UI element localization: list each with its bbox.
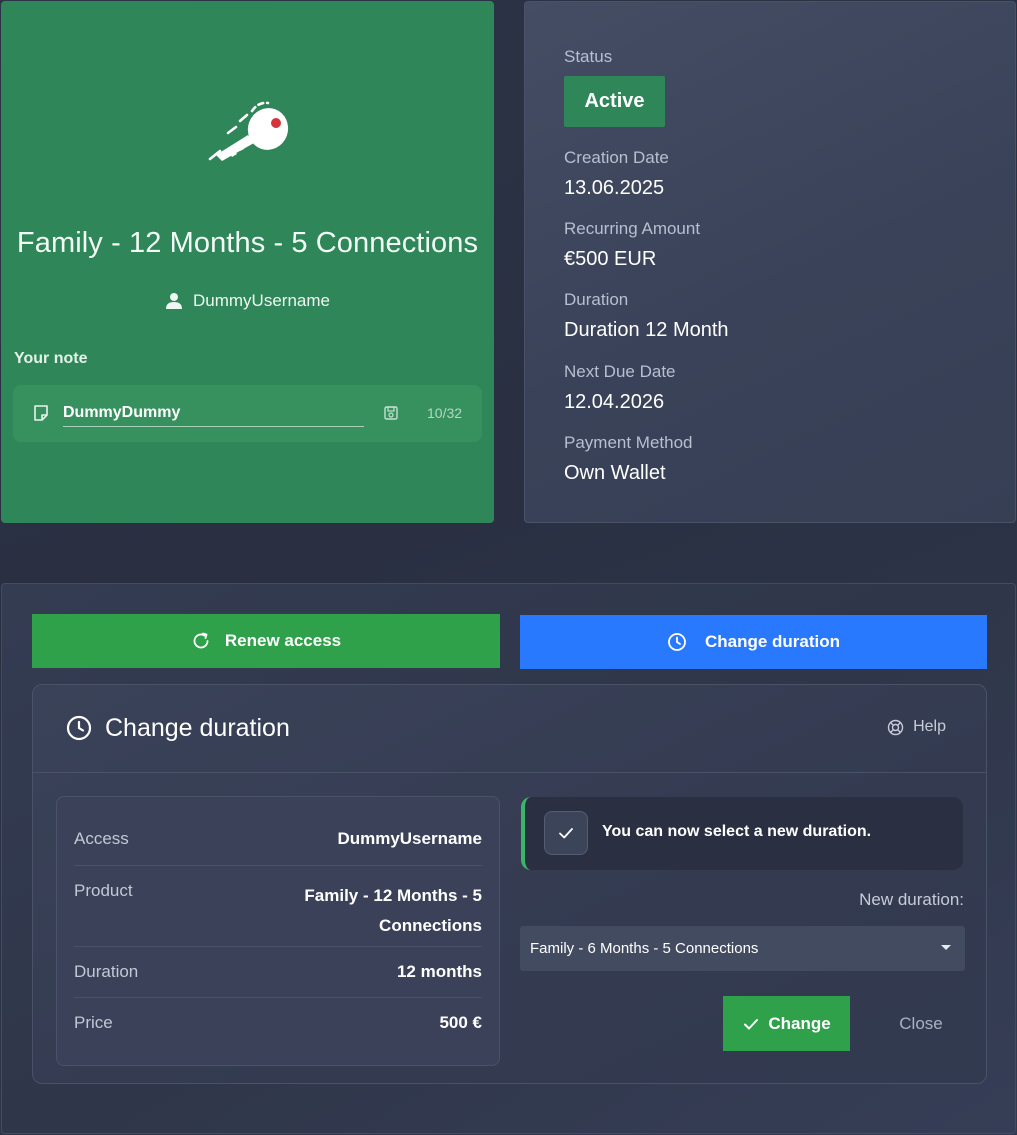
note-input[interactable] [63,399,364,427]
recurring-amount-label: Recurring Amount [564,219,701,238]
clock-icon [66,715,92,741]
change-duration-dialog: Change duration Help Access DummyUsernam… [32,684,987,1084]
duration-value: Duration 12 Month [564,319,729,341]
new-duration-label: New duration: [859,890,964,909]
payment-method-value: Own Wallet [564,462,666,484]
check-icon [744,1018,759,1029]
change-duration-button[interactable]: Change duration [520,615,987,669]
info-value: 500 € [439,1013,482,1032]
info-key: Product [74,881,133,900]
info-value: DummyUsername [337,829,482,848]
info-row-product: Product Family - 12 Months - 5 Connectio… [74,866,482,947]
info-value: 12 months [396,962,482,981]
info-key: Access [74,829,129,848]
access-info-table: Access DummyUsername Product Family - 12… [56,796,500,1066]
actions-panel: Renew access Change duration Change dura… [1,583,1016,1134]
duration-label: Duration [564,290,629,309]
clock-icon [668,633,686,651]
save-icon[interactable] [383,405,399,421]
help-label: Help [913,718,946,735]
check-icon [559,828,573,839]
status-label: Status [564,47,613,66]
info-row-price: Price 500 € [74,998,482,1058]
note-label: Your note [14,350,88,367]
change-duration-label: Change duration [704,632,841,651]
close-button[interactable]: Close [871,996,971,1051]
change-button[interactable]: Change [723,996,850,1051]
product-title: Family - 12 Months - 5 Connections [16,227,479,259]
dialog-header: Change duration Help [33,685,986,773]
note-char-counter: 10/32 [427,405,463,421]
refresh-icon [193,632,209,649]
help-link[interactable]: Help [887,718,946,736]
note-icon [34,405,48,421]
product-card: Family - 12 Months - 5 Connections Dummy… [1,1,494,523]
info-row-duration: Duration 12 months [74,947,482,998]
renew-access-button[interactable]: Renew access [32,614,500,668]
username: DummyUsername [193,291,330,310]
status-badge: Active [564,76,665,127]
info-key: Duration [74,962,139,981]
notice-text: You can now select a new duration. [602,823,872,840]
status-card: Status Active Creation Date 13.06.2025 R… [524,1,1016,523]
payment-method-label: Payment Method [564,433,693,452]
next-due-date-label: Next Due Date [564,362,676,381]
user-icon [166,293,182,309]
success-notice: You can now select a new duration. [521,797,963,870]
dialog-title: Change duration [105,714,290,742]
lifebuoy-icon [887,719,904,735]
new-duration-select[interactable]: Family - 6 Months - 5 Connections [520,926,965,971]
info-value: Family - 12 Months - 5 Connections [304,886,482,935]
renew-access-label: Renew access [224,631,342,650]
caret-down-icon [941,945,951,950]
info-row-access: Access DummyUsername [74,797,482,866]
change-label: Change [768,1013,831,1033]
key-icon [208,101,289,161]
note-box: 10/32 [13,385,482,442]
check-badge [544,811,588,855]
username-line: DummyUsername [1,291,494,311]
next-due-date-value: 12.04.2026 [564,391,665,413]
selected-duration: Family - 6 Months - 5 Connections [530,940,759,957]
info-key: Price [74,1013,113,1032]
recurring-amount-value: €500 EUR [564,248,657,270]
creation-date-label: Creation Date [564,148,669,167]
creation-date-value: 13.06.2025 [564,177,665,199]
